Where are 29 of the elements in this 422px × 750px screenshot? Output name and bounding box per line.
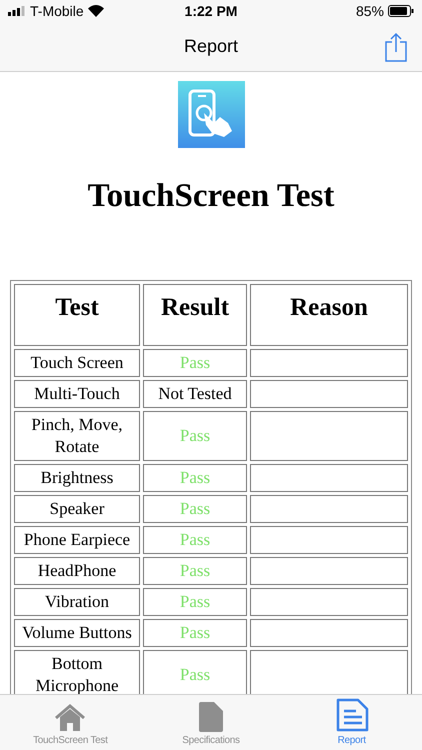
table-cell: Pass bbox=[143, 494, 247, 522]
table-cell: HeadPhone bbox=[14, 556, 140, 584]
table-cell: Pass bbox=[143, 588, 247, 616]
table-cell: Speaker bbox=[14, 494, 140, 522]
table-cell: Pinch, Move, Rotate bbox=[14, 410, 140, 460]
report-title: TouchScreen Test bbox=[88, 177, 334, 216]
table-cell: Touch Screen bbox=[14, 348, 140, 376]
table-cell: Pass bbox=[143, 348, 247, 376]
table-cell: Pass bbox=[143, 464, 247, 492]
nav-title: Report bbox=[184, 35, 238, 58]
column-header: Reason bbox=[250, 284, 408, 346]
table-cell: Phone Earpiece bbox=[14, 526, 140, 554]
table-cell: Not Tested bbox=[143, 380, 247, 408]
table-cell: Vibration bbox=[14, 588, 140, 616]
table-cell: Brightness bbox=[14, 464, 140, 492]
status-time: 1:22 PM bbox=[184, 2, 238, 20]
table-cell: Pass bbox=[143, 556, 247, 584]
battery-percentage: 85% bbox=[356, 2, 384, 20]
table-cell: Pass bbox=[143, 618, 247, 646]
column-header: Result bbox=[143, 284, 247, 346]
table-cell: Volume Buttons bbox=[14, 618, 140, 646]
table-cell: Pass bbox=[143, 526, 247, 554]
tab-bar-item[interactable]: Report bbox=[281, 695, 422, 750]
table-cell: Pass bbox=[143, 410, 247, 460]
tab-bar-item[interactable]: Specifications bbox=[140, 695, 282, 750]
carrier-name: T-Mobile bbox=[30, 2, 84, 20]
tab-bar-item[interactable]: TouchScreen Test bbox=[0, 695, 141, 750]
table-cell: Multi-Touch bbox=[14, 380, 140, 408]
column-header: Test bbox=[14, 284, 140, 346]
